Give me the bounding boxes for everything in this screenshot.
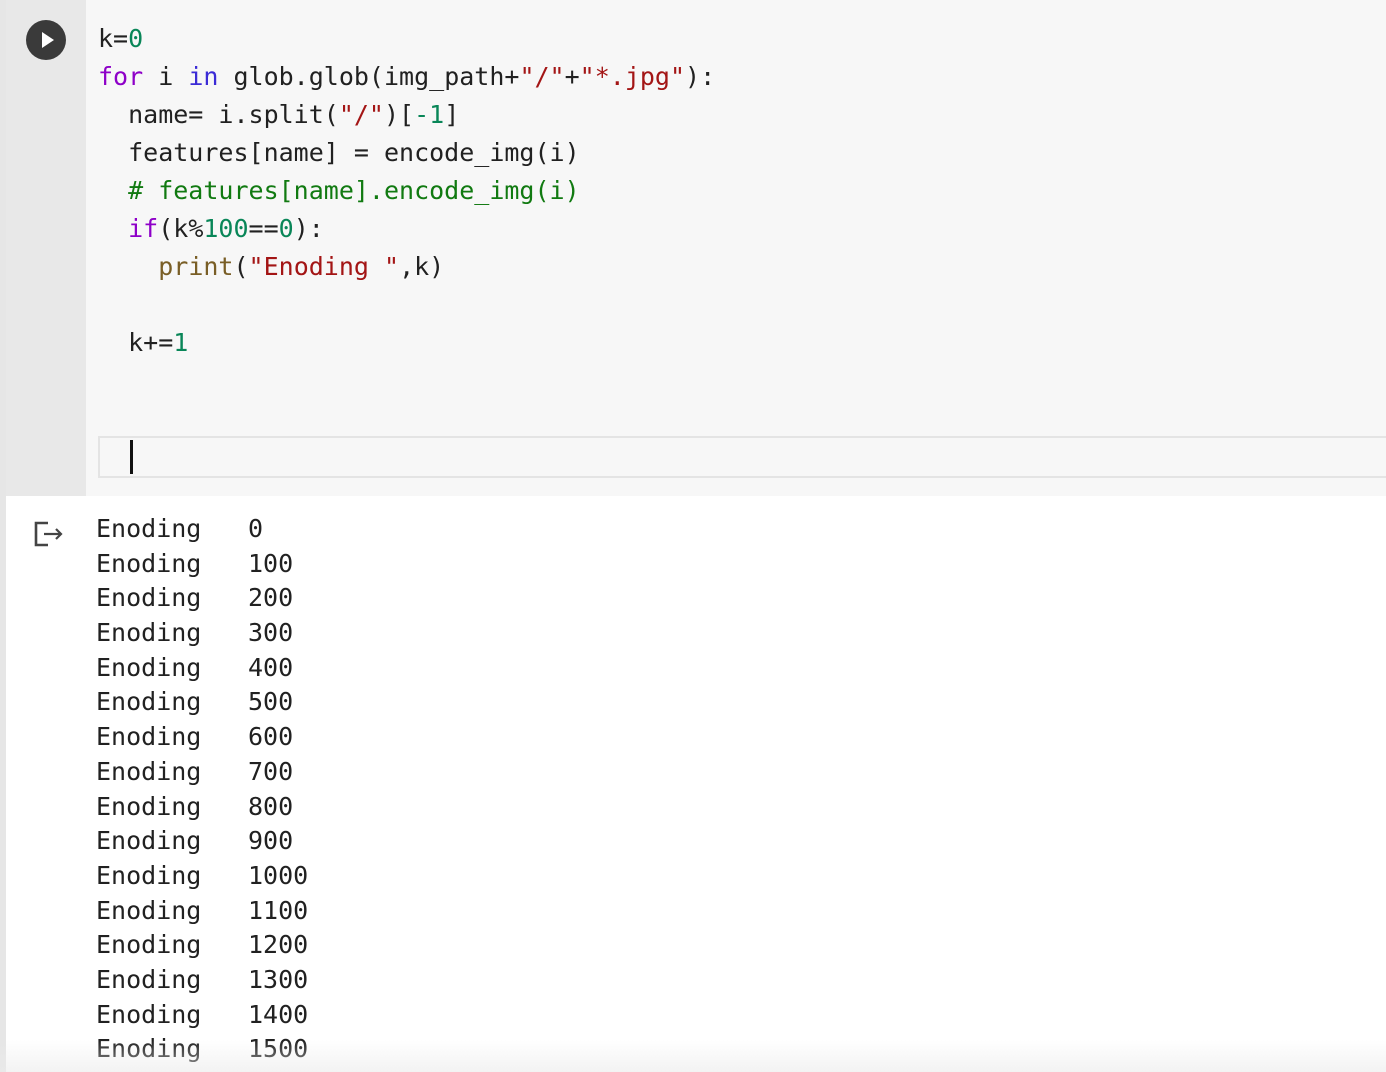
output-label: Enoding bbox=[96, 514, 202, 543]
output-label: Enoding bbox=[96, 999, 202, 1029]
code-line-4: features[name] = encode_img(i) bbox=[98, 138, 580, 167]
output-value: 1500 bbox=[248, 1034, 309, 1064]
output-row: Enoding 800 bbox=[96, 790, 308, 825]
output-label: Enoding bbox=[96, 722, 202, 752]
code-editor[interactable]: k=0 for i in glob.glob(img_path+"/"+"*.j… bbox=[98, 20, 1378, 380]
output-label: Enoding bbox=[96, 583, 202, 613]
output-label: Enoding bbox=[96, 860, 202, 890]
play-icon bbox=[42, 32, 54, 48]
output-value: 1200 bbox=[248, 930, 309, 960]
output-row: Enoding 1000 bbox=[96, 859, 308, 894]
output-row: Enoding 1300 bbox=[96, 963, 308, 998]
cell-output: Enoding 0 Enoding 100 Enoding 200 Enoding 300 En… bbox=[96, 512, 308, 1067]
code-cell[interactable]: k=0 for i in glob.glob(img_path+"/"+"*.j… bbox=[0, 0, 1386, 496]
code-input-line[interactable] bbox=[98, 436, 1386, 478]
text-cursor bbox=[130, 440, 133, 474]
output-label: Enoding bbox=[96, 618, 202, 648]
code-line-6: if(k%100==0): bbox=[128, 214, 324, 243]
output-value: 400 bbox=[248, 652, 294, 682]
output-row: Enoding 300 bbox=[96, 616, 308, 651]
output-value: 1000 bbox=[248, 860, 309, 890]
output-label: Enoding bbox=[96, 930, 202, 960]
output-label: Enoding bbox=[96, 687, 202, 717]
output-value: 600 bbox=[248, 722, 294, 752]
output-label: Enoding bbox=[96, 652, 202, 682]
output-label: Enoding bbox=[96, 895, 202, 925]
output-row: Enoding 600 bbox=[96, 720, 308, 755]
output-row: Enoding 0 bbox=[96, 512, 308, 547]
output-row: Enoding 1400 bbox=[96, 998, 308, 1033]
output-value: 200 bbox=[248, 583, 294, 613]
output-row: Enoding 900 bbox=[96, 824, 308, 859]
output-row: Enoding 400 bbox=[96, 651, 308, 686]
output-value: 800 bbox=[248, 791, 294, 821]
code-line-2: for i in glob.glob(img_path+"/"+"*.jpg")… bbox=[98, 62, 716, 91]
output-label: Enoding bbox=[96, 756, 202, 786]
output-label: Enoding bbox=[96, 826, 202, 856]
output-value: 1100 bbox=[248, 895, 309, 925]
output-row: Enoding 1100 bbox=[96, 894, 308, 929]
output-redirect-icon[interactable] bbox=[34, 520, 66, 548]
output-row: Enoding 700 bbox=[96, 755, 308, 790]
run-cell-button[interactable] bbox=[26, 20, 66, 60]
output-value: 1300 bbox=[248, 964, 309, 994]
output-value: 900 bbox=[248, 826, 294, 856]
code-line-7: print("Enoding ",k) bbox=[158, 252, 445, 281]
output-label: Enoding bbox=[96, 964, 202, 994]
code-line-9: k+=1 bbox=[98, 328, 189, 357]
code-line-5-comment: # features[name].encode_img(i) bbox=[98, 176, 580, 205]
output-row: Enoding 200 bbox=[96, 581, 308, 616]
output-value: 300 bbox=[248, 618, 294, 648]
output-label: Enoding bbox=[96, 548, 202, 578]
output-value: 500 bbox=[248, 687, 294, 717]
output-row: Enoding 1500 bbox=[96, 1032, 308, 1067]
output-row: Enoding 1200 bbox=[96, 928, 308, 963]
cell-left-border bbox=[0, 0, 6, 1072]
code-line-1: k=0 bbox=[98, 24, 144, 53]
output-value: 1400 bbox=[248, 999, 309, 1029]
code-line-3: name= i.split("/")[-1] bbox=[98, 100, 460, 129]
output-row: Enoding 500 bbox=[96, 685, 308, 720]
output-row: Enoding 100 bbox=[96, 547, 308, 582]
cell-gutter bbox=[6, 0, 86, 496]
output-value: 0 bbox=[248, 514, 264, 543]
output-label: Enoding bbox=[96, 791, 202, 821]
output-value: 100 bbox=[248, 548, 294, 578]
output-label: Enoding bbox=[96, 1034, 202, 1064]
output-value: 700 bbox=[248, 756, 294, 786]
